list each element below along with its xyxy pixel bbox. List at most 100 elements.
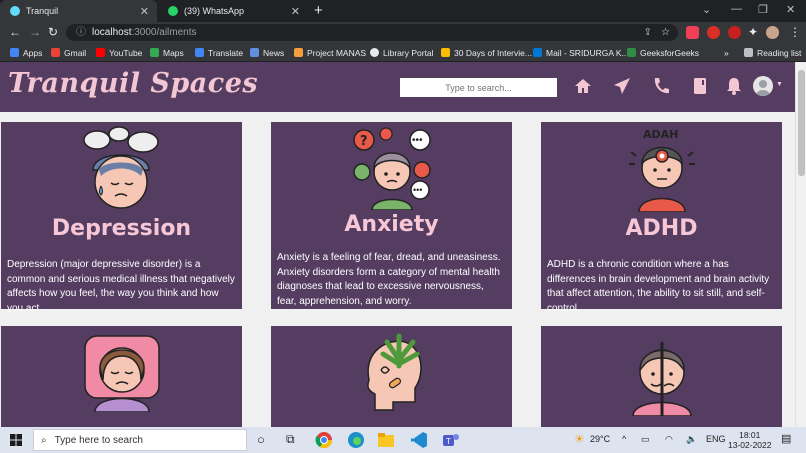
cortana-icon[interactable]: ○ — [257, 432, 265, 447]
menu-kebab-icon[interactable]: ⋮ — [789, 25, 801, 39]
close-tab-icon[interactable]: ✕ — [291, 5, 300, 18]
page-scrollbar[interactable] — [795, 62, 806, 427]
svg-text:T: T — [446, 437, 451, 446]
taskbar-search-box[interactable]: ⌕ Type here to search — [33, 429, 247, 451]
paper-plane-icon[interactable] — [612, 76, 632, 96]
wifi-icon[interactable]: ◠ — [665, 434, 673, 445]
battery-icon[interactable]: ▭ — [641, 434, 650, 445]
bookmark-youtube[interactable]: YouTube — [96, 46, 142, 59]
bookmarks-overflow-icon[interactable]: » — [724, 46, 729, 59]
bookmark-star-icon[interactable]: ☆ — [661, 24, 670, 41]
close-window-icon[interactable]: ✕ — [786, 3, 795, 16]
bookmark-news[interactable]: News — [250, 46, 284, 59]
close-tab-icon[interactable]: ✕ — [140, 5, 149, 18]
bell-icon[interactable] — [724, 76, 744, 96]
task-view-icon[interactable]: ⧉ — [286, 432, 295, 447]
language-indicator[interactable]: ENG — [706, 434, 726, 444]
teams-icon[interactable]: T — [442, 431, 460, 449]
reading-list[interactable]: Reading list — [744, 46, 801, 59]
file-explorer-icon[interactable] — [377, 431, 395, 449]
site-search-input[interactable] — [400, 78, 557, 97]
volume-icon[interactable]: 🔈 — [686, 434, 697, 445]
svg-text:?: ? — [360, 134, 368, 149]
svg-text:•••: ••• — [412, 135, 423, 146]
reload-icon[interactable]: ↻ — [48, 25, 58, 39]
edge-icon[interactable] — [347, 431, 365, 449]
bookmark-label: News — [263, 47, 285, 58]
temperature-label[interactable]: 29°C — [590, 434, 610, 444]
ailment-card-bipolar[interactable] — [541, 326, 782, 427]
card-description: Depression (major depressive disorder) i… — [7, 259, 235, 314]
windows-start-icon[interactable] — [10, 434, 22, 446]
site-info-icon[interactable]: ⓘ — [76, 27, 86, 38]
bookmark-geeksforgeeks[interactable]: GeeksforGeeks — [627, 46, 699, 59]
manas-logo-icon — [294, 48, 303, 57]
forward-icon[interactable]: → — [29, 25, 41, 39]
share-icon[interactable]: ⇪ — [644, 24, 652, 41]
extension-opera-icon[interactable] — [728, 26, 741, 39]
youtube-icon — [96, 48, 105, 57]
reading-list-icon — [744, 48, 753, 57]
bookmark-label: Apps — [23, 47, 43, 58]
ailment-card-substance[interactable] — [271, 326, 512, 427]
bookmark-project-manas[interactable]: Project MANAS — [294, 46, 366, 59]
bookmark-mail[interactable]: Mail - SRIDURGA K... — [533, 46, 629, 59]
user-avatar[interactable] — [753, 76, 773, 96]
home-icon[interactable] — [573, 76, 593, 96]
gmail-icon — [51, 48, 60, 57]
show-hidden-icons[interactable]: ^ — [622, 434, 626, 444]
profile-icon[interactable] — [766, 26, 779, 39]
depression-illustration — [83, 126, 159, 209]
vscode-icon[interactable] — [410, 431, 428, 449]
notifications-icon[interactable]: ▤ — [781, 432, 791, 445]
bookmark-label: Library Portal — [383, 47, 434, 58]
card-description: Anxiety is a feeling of fear, dread, and… — [277, 252, 501, 307]
scrollbar-thumb[interactable] — [798, 70, 805, 176]
anxiety-illustration: ? ••• ••• — [353, 127, 431, 210]
phone-icon[interactable] — [651, 76, 671, 96]
clock-time: 18:01 — [739, 430, 761, 440]
globe-icon — [370, 48, 379, 57]
site-logo[interactable]: Tranquil Spaces — [8, 68, 258, 99]
book-icon[interactable] — [690, 76, 710, 96]
bookmark-translate[interactable]: Translate — [195, 46, 243, 59]
site-navbar: Tranquil Spaces ▼ — [0, 62, 795, 112]
insomnia-illustration — [84, 335, 160, 412]
reading-list-label: Reading list — [757, 47, 802, 58]
avatar-dropdown-icon[interactable]: ▼ — [776, 81, 783, 88]
ailment-card-adhd[interactable]: ADAH ADHD ADHD is a chronic condition wh… — [541, 122, 782, 314]
windows-taskbar: ⌕ Type here to search ○ ⧉ T ☀ 29°C ^ ▭ ◠… — [0, 427, 806, 453]
ailment-card-depression[interactable]: Depression Depression (major depressive … — [1, 122, 242, 314]
chrome-icon[interactable] — [315, 431, 333, 449]
new-tab-icon[interactable]: + — [314, 2, 323, 19]
clock[interactable]: 18:01 13-02-2022 — [728, 430, 771, 450]
apps-grid-icon — [10, 48, 19, 57]
extensions-puzzle-icon[interactable]: ✦ — [748, 25, 758, 39]
ailment-card-anxiety[interactable]: ? ••• ••• Anxiety Anxiety is a feeling o… — [271, 122, 512, 309]
bookmark-30-days[interactable]: 30 Days of Intervie... — [441, 46, 532, 59]
search-icon: ⌕ — [41, 434, 47, 446]
tab-whatsapp[interactable]: (39) WhatsApp ✕ — [158, 0, 308, 22]
bookmark-label: Gmail — [64, 47, 87, 58]
gfg-icon — [627, 48, 636, 57]
weather-icon[interactable]: ☀ — [574, 432, 585, 446]
bookmark-gmail[interactable]: Gmail — [51, 46, 86, 59]
bookmark-apps[interactable]: Apps — [10, 46, 42, 59]
back-icon[interactable]: ← — [9, 25, 21, 39]
bookmark-label: Project MANAS — [307, 47, 367, 58]
pocket-extension-icon[interactable] — [686, 26, 699, 39]
bookmarks-bar: Apps Gmail YouTube Maps Translate News P… — [0, 43, 806, 62]
address-bar[interactable]: ⓘ localhost:3000/ailments ⇪ ☆ — [66, 24, 678, 41]
outlook-icon — [533, 48, 542, 57]
bookmark-library-portal[interactable]: Library Portal — [370, 46, 434, 59]
bookmark-label: 30 Days of Intervie... — [454, 47, 532, 58]
tab-tranquil[interactable]: Tranquil ✕ — [0, 0, 157, 22]
minimize-icon[interactable]: — — [731, 3, 742, 15]
bookmark-maps[interactable]: Maps — [150, 46, 184, 59]
extension-red-icon[interactable] — [707, 26, 720, 39]
tab-search-icon[interactable]: ⌄ — [702, 3, 711, 16]
card-title: Anxiety — [344, 212, 439, 237]
bookmark-label: Maps — [163, 47, 184, 58]
ailment-card-insomnia[interactable] — [1, 326, 242, 427]
restore-icon[interactable]: ❐ — [758, 3, 768, 16]
